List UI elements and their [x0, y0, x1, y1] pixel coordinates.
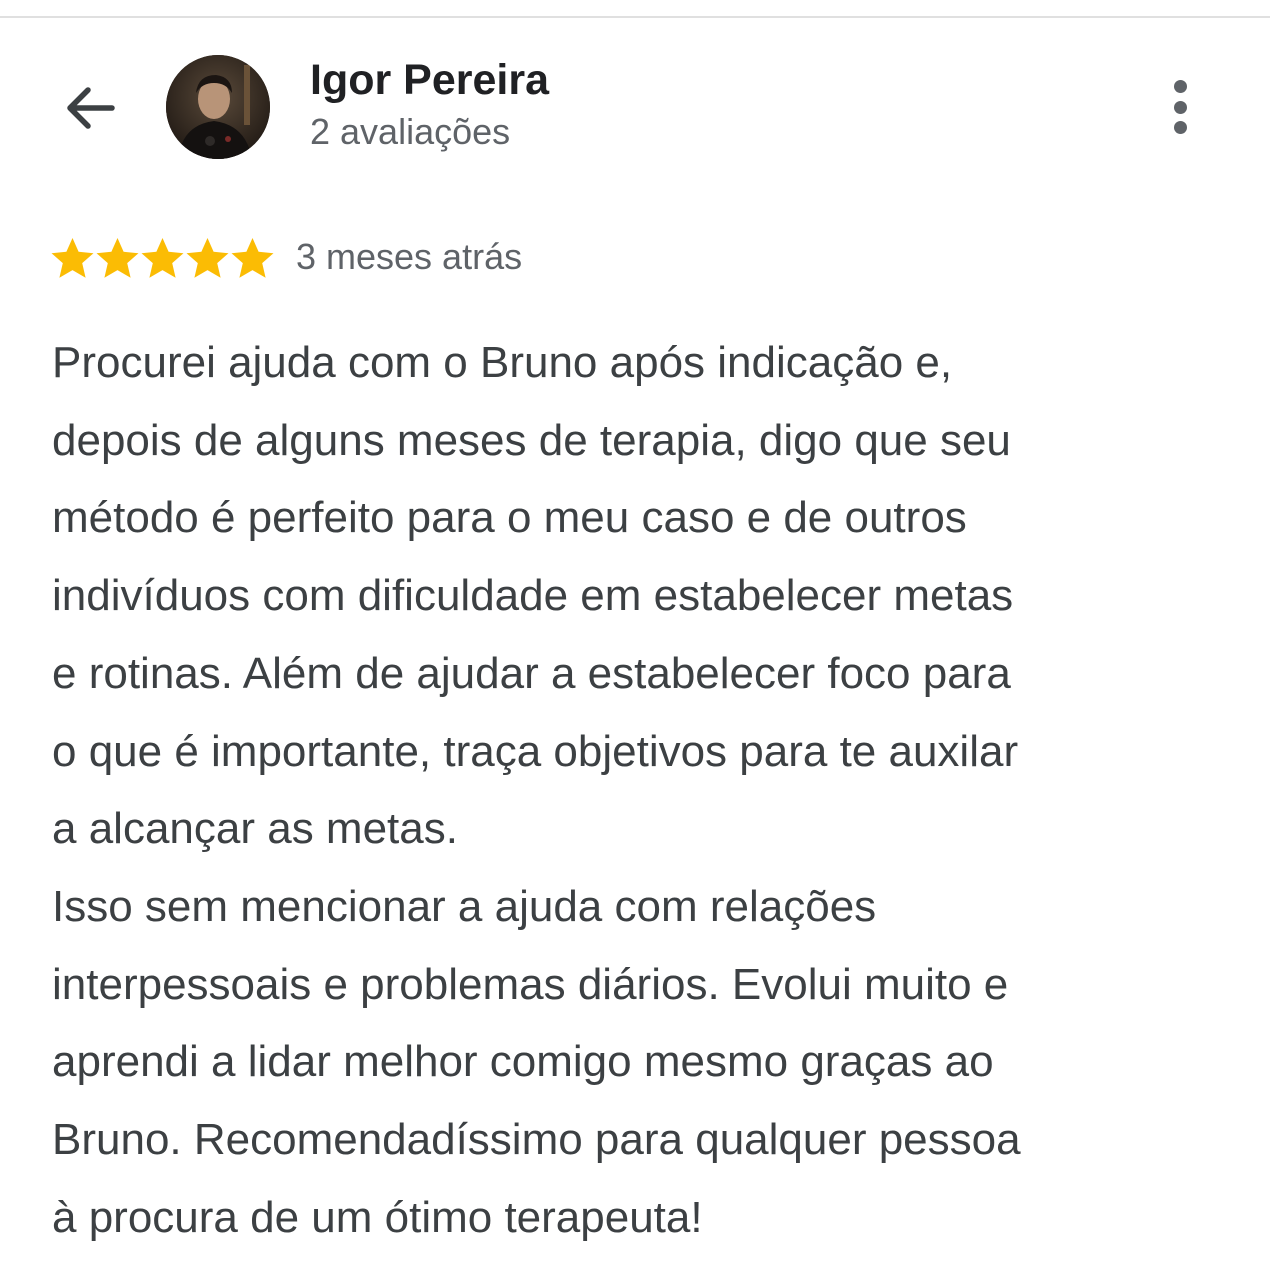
star-icon [186, 238, 229, 278]
review-text-line: método é perfeito para o meu caso e de o… [52, 493, 967, 543]
top-divider [0, 16, 1270, 18]
more-vert-icon-dot [1173, 100, 1187, 114]
review-text-line: Procurei ajuda com o Bruno após indicaçã… [52, 338, 953, 387]
star-icon [96, 238, 139, 278]
star-icon [141, 238, 184, 278]
avatar-photo [166, 55, 270, 159]
review-text-line: indivíduos com dificuldade em estabelece… [52, 571, 1014, 621]
back-button[interactable] [56, 74, 124, 142]
avatar[interactable] [166, 55, 270, 159]
star-icon [231, 238, 274, 278]
review-time: 3 meses atrás [296, 236, 523, 277]
review-text-line: o que é importante, traça objetivos para… [52, 726, 1019, 776]
arrow-left-icon [67, 87, 115, 129]
more-options-button[interactable] [1156, 72, 1204, 142]
user-name[interactable]: Igor Pereira [310, 56, 549, 105]
review-text-line: interpessoais e problemas diários. Evolu… [52, 959, 1009, 1009]
review-text-line: Bruno. Recomendadíssimo para qualquer pe… [52, 1115, 1021, 1165]
star-icon [51, 238, 94, 278]
review-text-line: depois de alguns meses de terapia, digo … [52, 415, 1011, 465]
more-vert-icon-dot [1173, 121, 1187, 134]
review-text: Procurei ajuda com o Bruno após indicaçã… [52, 324, 1242, 1256]
review-count[interactable]: 2 avaliações [310, 111, 510, 153]
star-rating [50, 236, 275, 282]
review-text-line: aprendi a lidar melhor comigo mesmo graç… [52, 1037, 994, 1087]
review-text-line: Isso sem mencionar a ajuda com relações [52, 881, 877, 931]
review-text-line: à procura de um ótimo terapeuta! [52, 1192, 703, 1242]
review-text-line: e rotinas. Além de ajudar a estabelecer … [52, 648, 1011, 698]
review-text-line: a alcançar as metas. [52, 804, 458, 854]
more-vert-icon [1173, 80, 1187, 93]
